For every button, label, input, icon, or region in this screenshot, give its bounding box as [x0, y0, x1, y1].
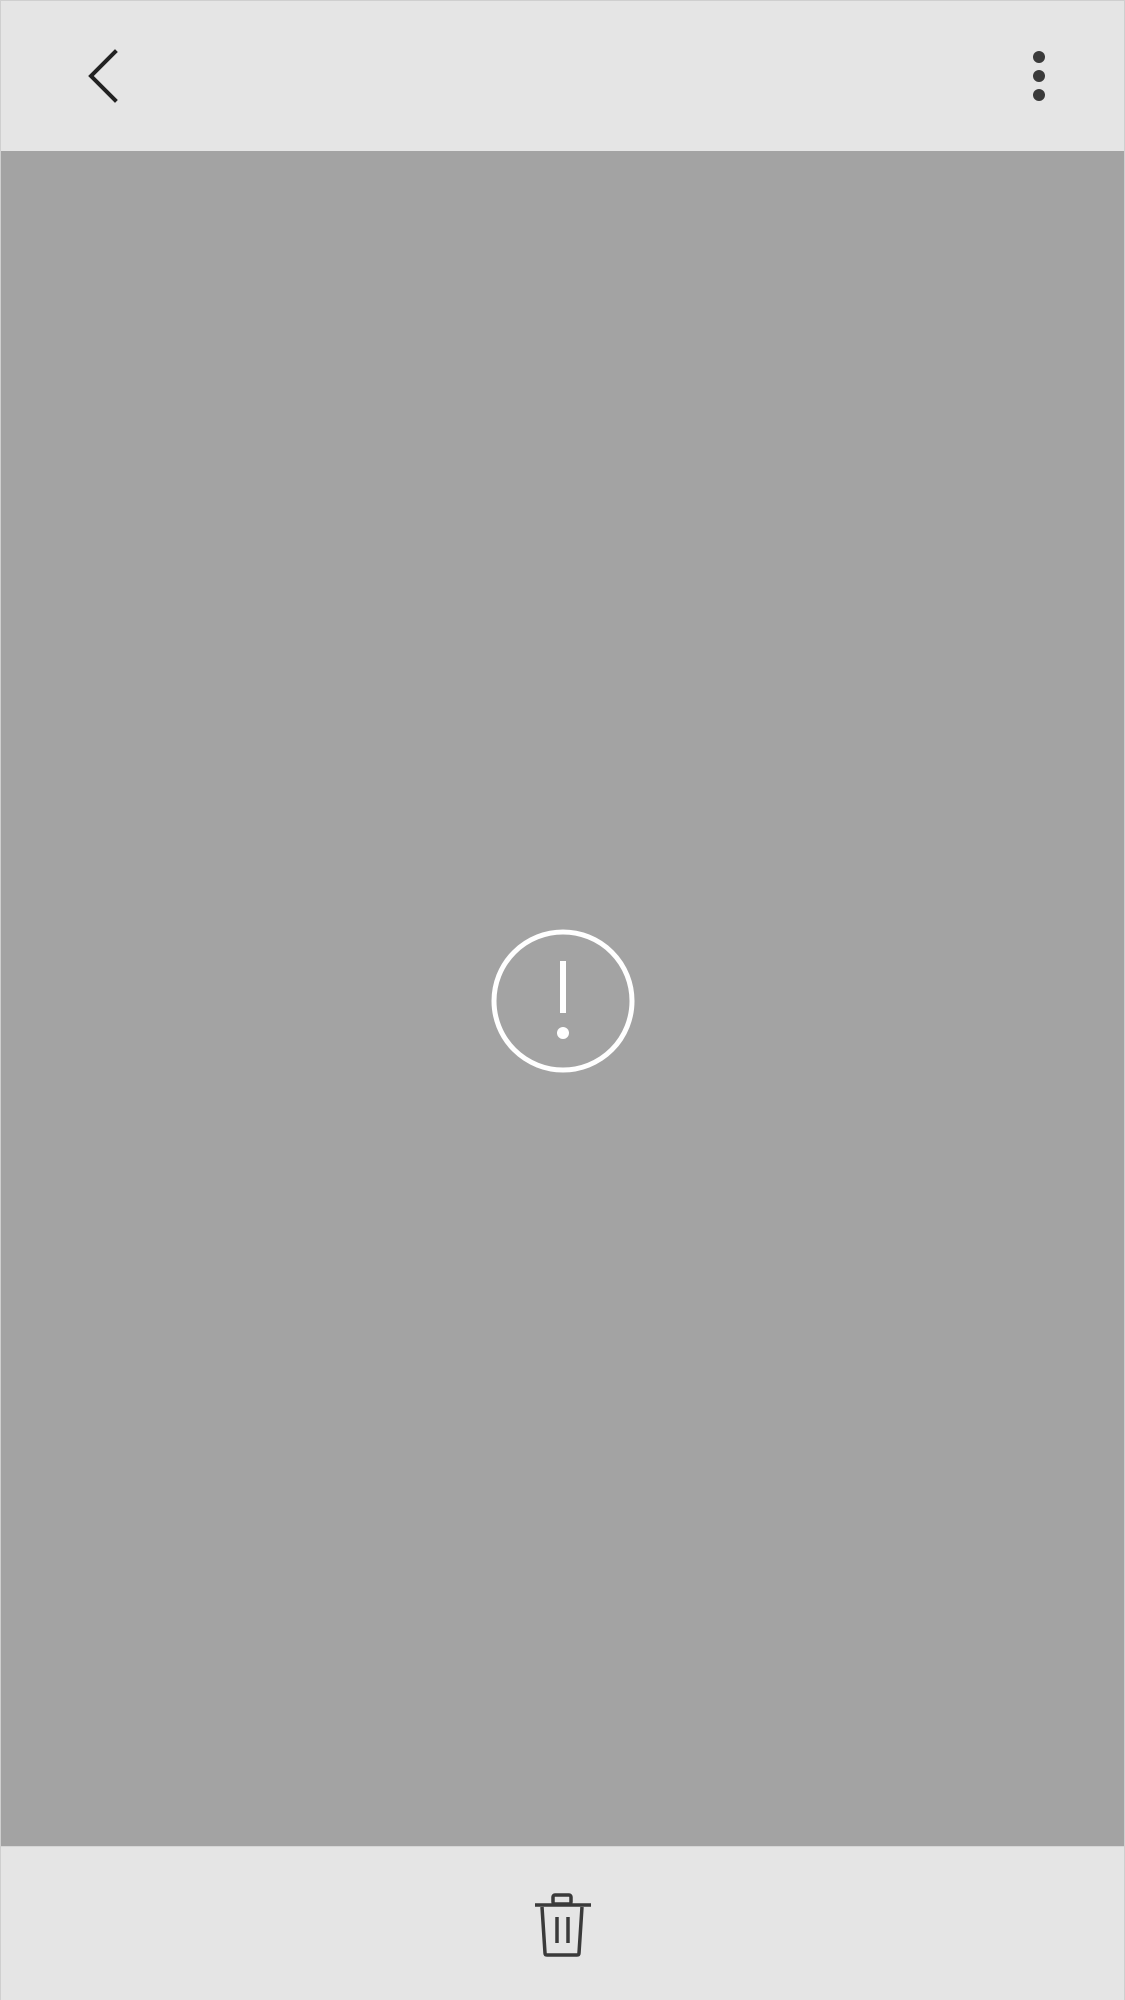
bottom-action-bar: [1, 1846, 1124, 2000]
more-options-button[interactable]: [1014, 41, 1064, 111]
media-detail-screen: [0, 0, 1125, 2000]
load-error-indicator: [490, 928, 636, 1074]
top-app-bar: [1, 1, 1124, 151]
media-viewer[interactable]: [1, 151, 1124, 1846]
alert-circle-icon: [491, 929, 635, 1073]
chevron-left-icon: [88, 49, 118, 103]
back-button[interactable]: [73, 41, 137, 111]
trash-icon: [535, 1893, 591, 1957]
more-vertical-icon: [1033, 51, 1045, 101]
delete-button[interactable]: [528, 1891, 598, 1961]
